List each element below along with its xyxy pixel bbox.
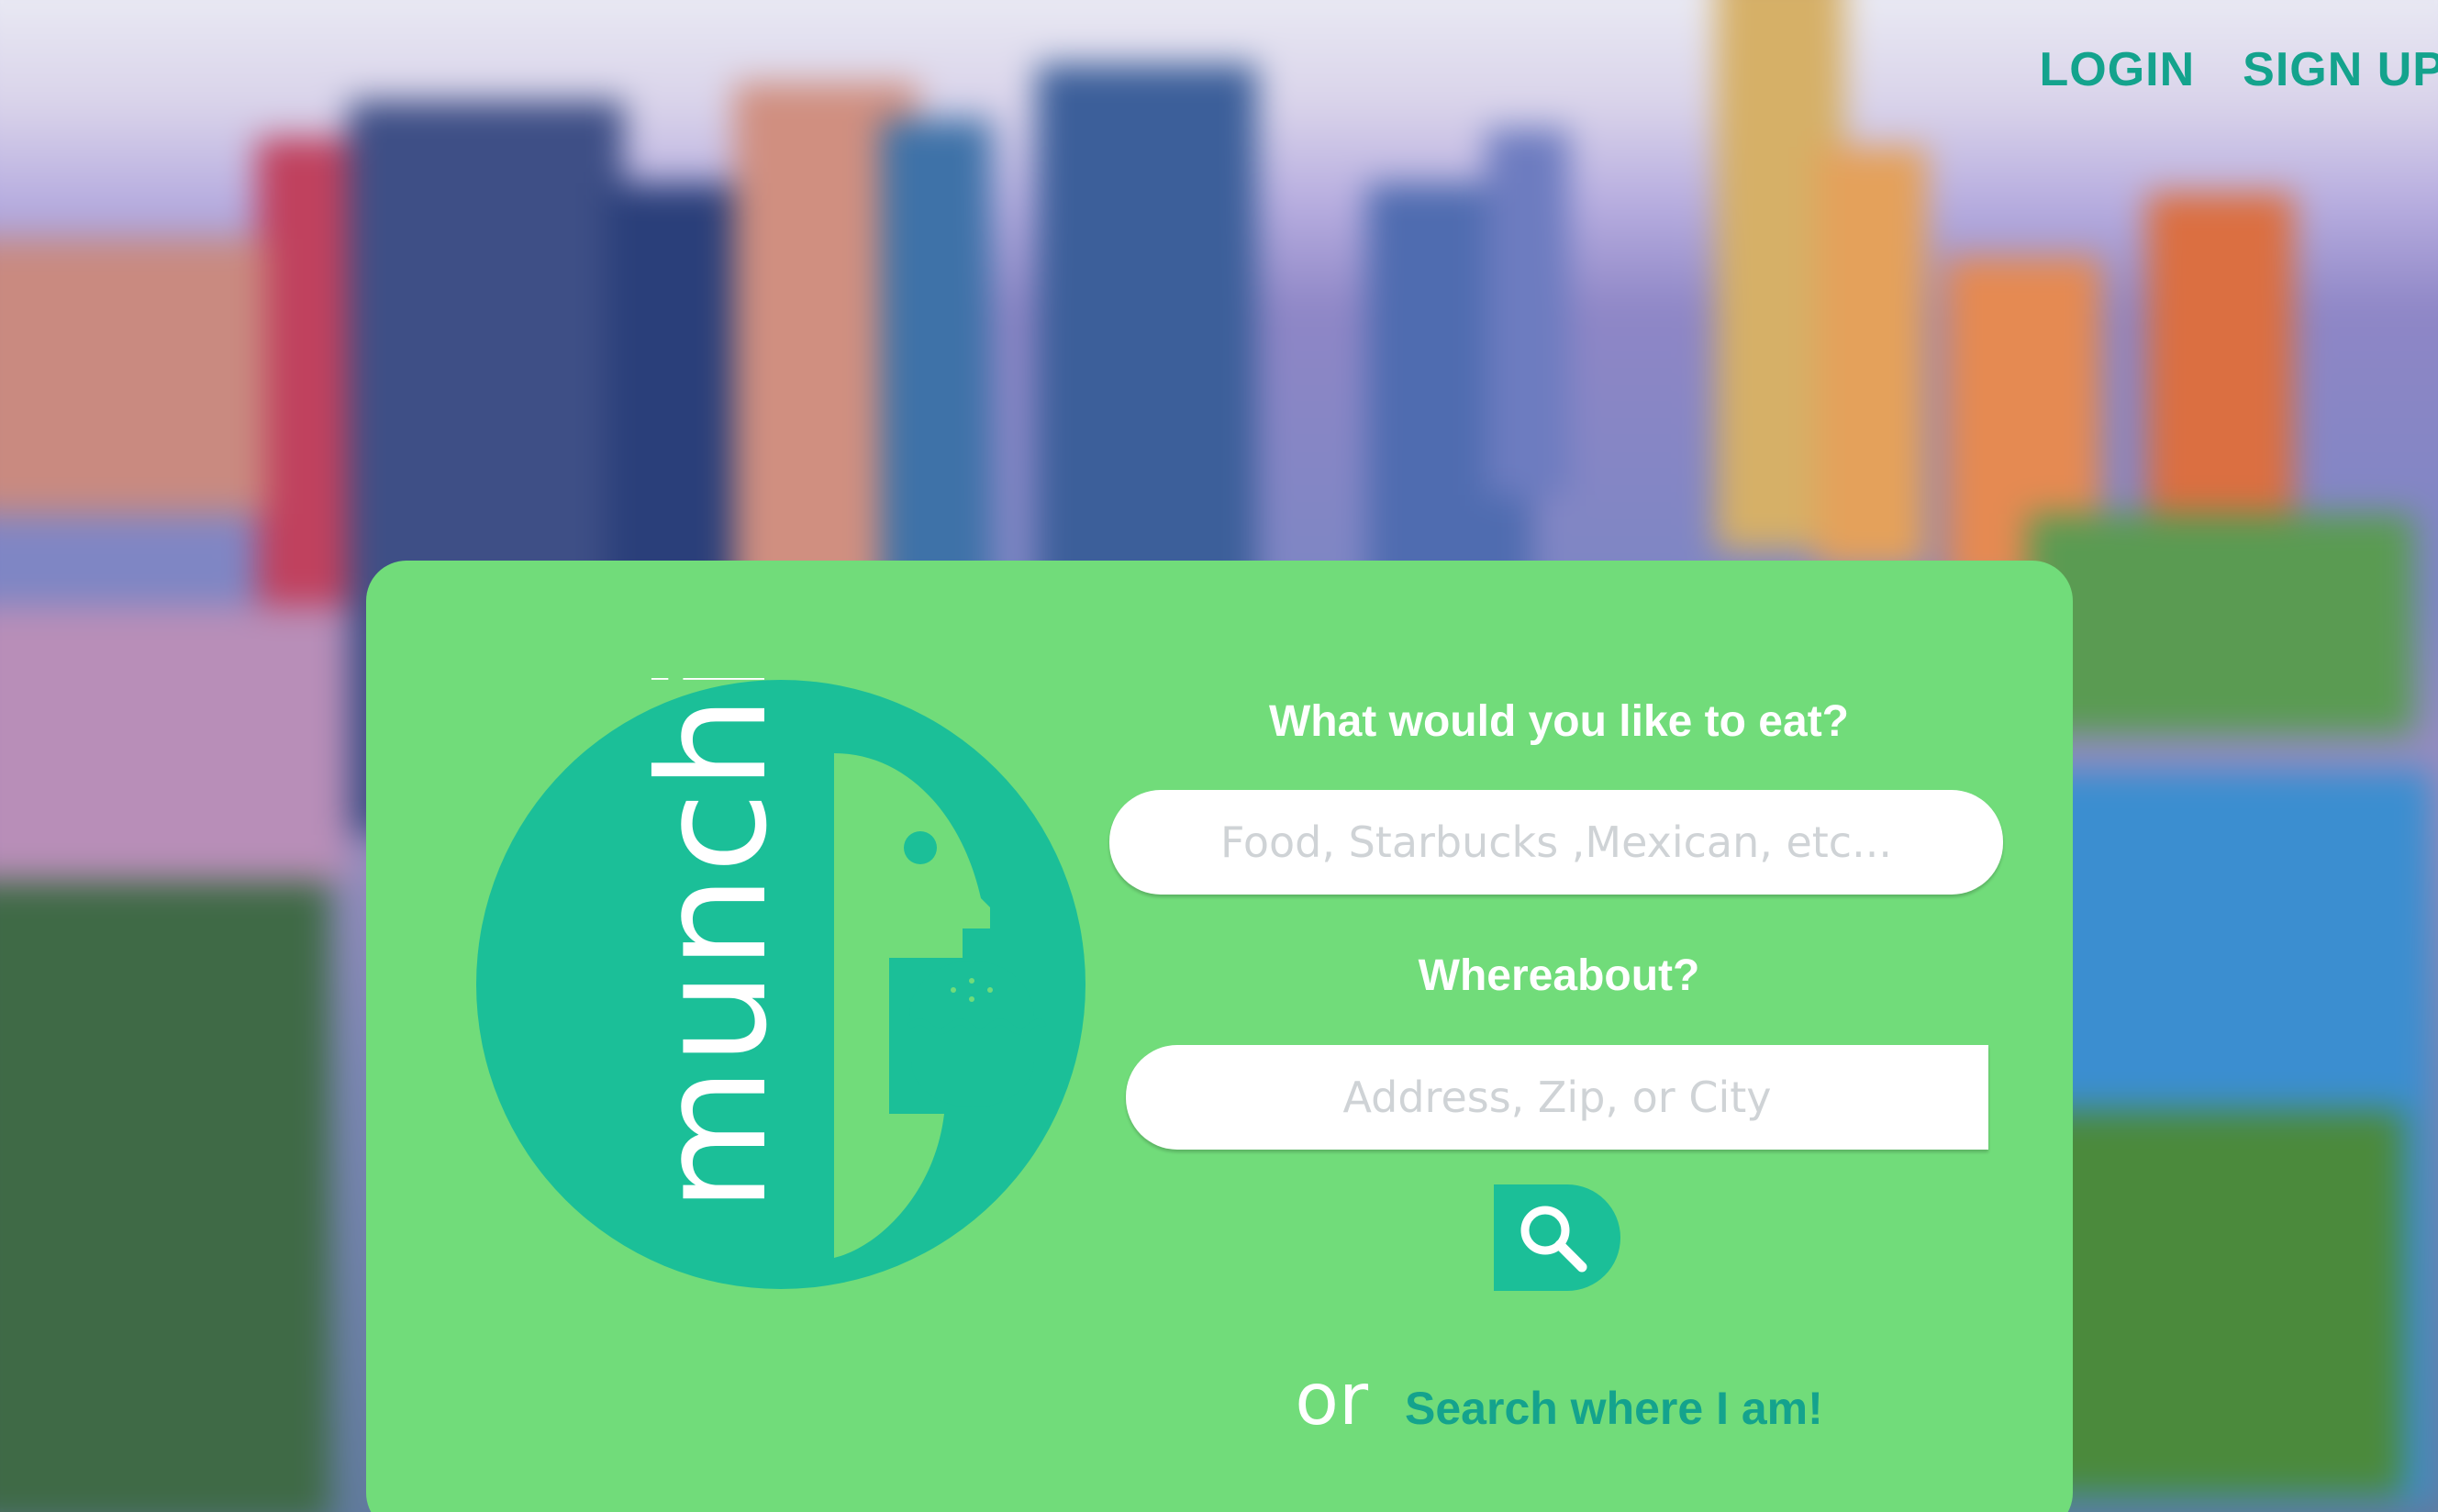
signup-link[interactable]: SIGN UP	[2243, 42, 2438, 97]
location-input[interactable]	[1126, 1045, 1988, 1150]
search-icon	[1520, 1206, 1587, 1273]
logo-wordmark: munchi	[628, 678, 800, 1212]
search-card: munchi What would you like to eat? Where…	[366, 561, 2073, 1512]
search-button[interactable]	[1494, 1184, 1620, 1291]
landing-page: LOGIN SIGN UP munchi What would you like…	[0, 0, 2438, 1512]
food-label: What would you like to eat?	[1268, 697, 1849, 746]
alternate-search-row: or Search where I am!	[1109, 1359, 2009, 1441]
munchi-logo: munchi	[476, 678, 1085, 1289]
location-label: Whereabout?	[1418, 951, 1700, 1000]
or-separator: or	[1295, 1359, 1369, 1441]
search-where-i-am-link[interactable]: Search where I am!	[1405, 1382, 1823, 1435]
login-link[interactable]: LOGIN	[2040, 42, 2196, 97]
food-search-input[interactable]	[1109, 790, 2003, 895]
top-nav: LOGIN SIGN UP	[2040, 42, 2438, 97]
